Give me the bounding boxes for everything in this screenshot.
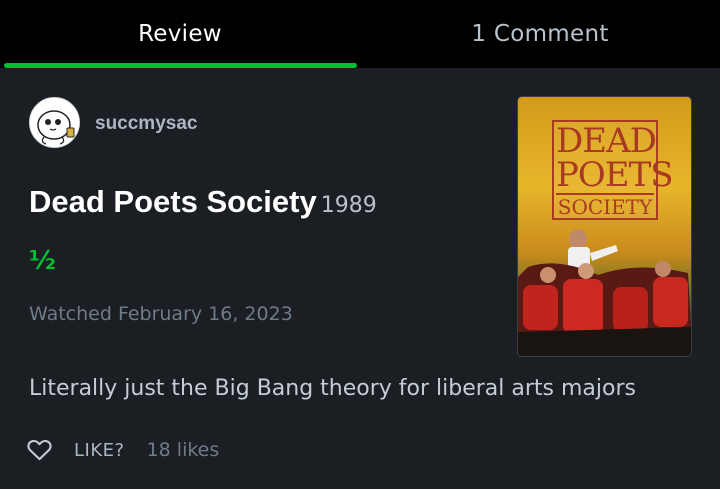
tab-review[interactable]: Review — [0, 0, 360, 68]
heart-outline-icon[interactable] — [27, 439, 52, 461]
like-row: LIKE? 18 likes — [27, 436, 219, 464]
review-text: Literally just the Big Bang theory for l… — [29, 376, 636, 401]
tab-bar: Review 1 Comment — [0, 0, 720, 68]
avatar[interactable] — [29, 97, 80, 148]
avatar-image — [30, 98, 79, 147]
film-year[interactable]: 1989 — [321, 193, 377, 218]
film-title-row: Dead Poets Society 1989 — [29, 184, 377, 220]
film-poster[interactable]: DEAD POETS SOCIETY — [517, 96, 692, 357]
watched-date: Watched February 16, 2023 — [29, 303, 293, 325]
poster-title: DEAD POETS SOCIETY — [552, 120, 674, 220]
username[interactable]: succmysac — [95, 113, 197, 135]
likes-count[interactable]: 18 likes — [147, 439, 220, 461]
film-title[interactable]: Dead Poets Society — [29, 184, 317, 219]
active-tab-indicator — [4, 63, 357, 68]
poster-title-line2: POETS — [556, 155, 674, 195]
star-rating: ½ — [29, 246, 56, 276]
like-button[interactable]: LIKE? — [74, 440, 125, 461]
poster-title-line3: SOCIETY — [556, 193, 654, 219]
poster-title-line1: DEAD — [556, 121, 657, 161]
tab-comments[interactable]: 1 Comment — [360, 0, 720, 68]
poster-artwork — [518, 229, 691, 356]
